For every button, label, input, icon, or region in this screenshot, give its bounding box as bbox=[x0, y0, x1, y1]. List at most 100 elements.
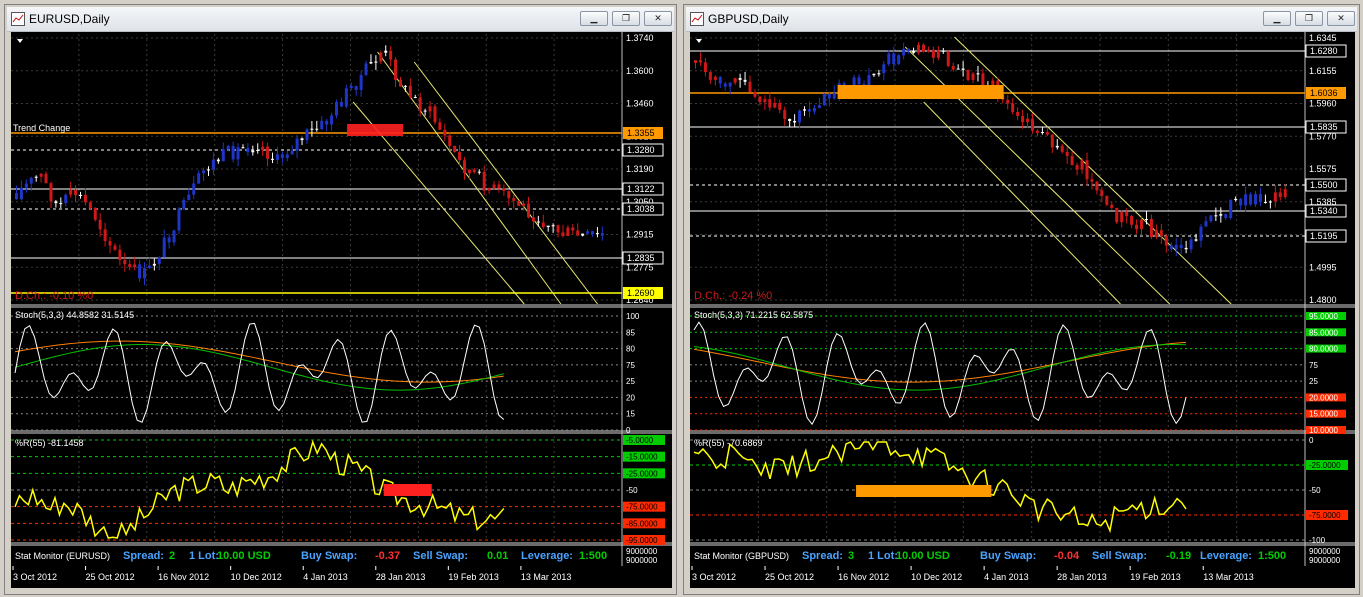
price-tag-label: 1.3038 bbox=[627, 204, 655, 214]
chart-canvas[interactable]: 1.63451.61551.59601.57701.55751.53851.51… bbox=[690, 32, 1355, 588]
candle-body bbox=[817, 105, 821, 108]
candle-body bbox=[216, 159, 220, 162]
candle-body bbox=[1070, 156, 1074, 166]
close-icon[interactable]: ✕ bbox=[1327, 11, 1355, 26]
candle-body bbox=[1050, 134, 1054, 148]
price-tick-label: 1.5960 bbox=[1309, 99, 1337, 109]
candle-body bbox=[477, 171, 481, 173]
candle-body bbox=[54, 201, 58, 204]
date-label: 10 Dec 2012 bbox=[231, 572, 282, 582]
candle-body bbox=[1149, 218, 1153, 238]
candle-body bbox=[197, 173, 201, 184]
price-tick-label: 1.6155 bbox=[1309, 66, 1337, 76]
buy-swap-value: -0.04 bbox=[1054, 550, 1080, 562]
stoch-tick-label: 80 bbox=[626, 345, 635, 354]
candle-body bbox=[39, 173, 43, 177]
candle-body bbox=[339, 101, 343, 107]
candlestick bbox=[966, 69, 970, 82]
candle-body bbox=[44, 173, 48, 184]
candle-body bbox=[1110, 204, 1114, 208]
candle-body bbox=[892, 53, 896, 65]
wpr-tick-label: -85.0000 bbox=[626, 519, 658, 528]
eurusd-chart-window[interactable]: EURUSD,Daily ▁ ❐ ✕ 1.3740 1.3600 1.3460 1.3… bbox=[4, 4, 677, 595]
candle-body bbox=[1214, 215, 1218, 217]
spread-label: Spread: bbox=[802, 550, 843, 562]
candle-body bbox=[897, 55, 901, 65]
candle-body bbox=[379, 52, 383, 62]
date-label: 25 Oct 2012 bbox=[86, 572, 135, 582]
gbpusd-chart-window[interactable]: GBPUSD,Daily ▁ ❐ ✕ 1.6345 1.6155 1.5960 1.5… bbox=[683, 4, 1360, 595]
restore-icon[interactable]: ❐ bbox=[612, 11, 640, 26]
candle-body bbox=[1055, 145, 1059, 148]
candlestick bbox=[946, 49, 950, 68]
wpr-tick-label: -15.0000 bbox=[626, 453, 658, 462]
candle-body bbox=[1219, 214, 1223, 216]
title-bar[interactable]: GBPUSD,Daily ▁ ❐ ✕ bbox=[686, 7, 1357, 32]
candle-body bbox=[192, 183, 196, 195]
candle-body bbox=[1194, 239, 1198, 241]
candle-body bbox=[320, 120, 324, 130]
candle-body bbox=[1273, 192, 1277, 202]
sell-swap-value: -0.19 bbox=[1166, 550, 1191, 562]
candle-body bbox=[487, 187, 491, 191]
price-tick-label: 1.3460 bbox=[626, 99, 654, 109]
candle-body bbox=[793, 120, 797, 123]
candle-body bbox=[290, 150, 294, 155]
candle-body bbox=[1179, 244, 1183, 248]
title-bar[interactable]: EURUSD,Daily ▁ ❐ ✕ bbox=[7, 7, 674, 32]
candle-body bbox=[453, 145, 457, 153]
candle-body bbox=[763, 99, 767, 103]
close-icon[interactable]: ✕ bbox=[644, 11, 672, 26]
price-tick-label: 1.4800 bbox=[1309, 295, 1337, 305]
minimize-icon[interactable]: ▁ bbox=[1263, 11, 1291, 26]
chart-window-icon bbox=[690, 12, 704, 26]
price-tick-label: 1.6345 bbox=[1309, 33, 1337, 43]
candle-body bbox=[403, 85, 407, 87]
price-tag-label: 1.3122 bbox=[627, 184, 655, 194]
wpr-tick-label: -100 bbox=[1309, 536, 1326, 545]
date-label: 16 Nov 2012 bbox=[838, 572, 889, 582]
minimize-icon[interactable]: ▁ bbox=[580, 11, 608, 26]
candle-body bbox=[349, 85, 353, 89]
leverage-value: 1:500 bbox=[1258, 550, 1286, 562]
candle-body bbox=[1268, 201, 1272, 203]
candle-body bbox=[315, 128, 319, 130]
candle-body bbox=[226, 145, 230, 150]
candle-body bbox=[246, 147, 250, 153]
candle-body bbox=[64, 194, 68, 204]
wpr-tick-label: -95.0000 bbox=[626, 536, 658, 545]
candle-body bbox=[832, 93, 836, 99]
candle-body bbox=[143, 268, 147, 279]
stoch-tick-label: 85 bbox=[626, 328, 635, 337]
candle-body bbox=[595, 233, 599, 235]
candle-body bbox=[778, 102, 782, 110]
candlestick bbox=[433, 104, 437, 125]
candle-body bbox=[93, 207, 97, 220]
candle-body bbox=[1199, 226, 1203, 241]
candle-body bbox=[157, 257, 161, 264]
candle-body bbox=[448, 135, 452, 146]
candle-body bbox=[49, 183, 53, 202]
stat-monitor-name: Stat Monitor (EURUSD) bbox=[15, 551, 110, 561]
chart-canvas[interactable]: 1.37401.36001.34601.33251.31901.30501.29… bbox=[11, 32, 672, 588]
candle-body bbox=[1035, 130, 1039, 133]
candle-body bbox=[310, 128, 314, 130]
stoch-tick-label: 75 bbox=[1309, 361, 1318, 370]
candle-body bbox=[251, 150, 255, 153]
price-tag-label: 1.5195 bbox=[1310, 231, 1338, 241]
candle-body bbox=[221, 149, 225, 162]
lot-label: 1 Lot: bbox=[868, 550, 898, 562]
candle-body bbox=[241, 147, 245, 149]
candle-body bbox=[556, 225, 560, 233]
candle-body bbox=[1164, 236, 1168, 246]
date-label: 25 Oct 2012 bbox=[765, 572, 814, 582]
candle-body bbox=[1090, 179, 1094, 182]
trend-change-label: Trend Change bbox=[13, 123, 70, 133]
stoch-tick-label: 95.0000 bbox=[1309, 312, 1338, 321]
candle-body bbox=[1065, 151, 1069, 157]
restore-icon[interactable]: ❐ bbox=[1295, 11, 1323, 26]
candle-body bbox=[966, 69, 970, 80]
candle-body bbox=[123, 259, 127, 265]
candle-body bbox=[882, 64, 886, 74]
candle-body bbox=[887, 53, 891, 65]
